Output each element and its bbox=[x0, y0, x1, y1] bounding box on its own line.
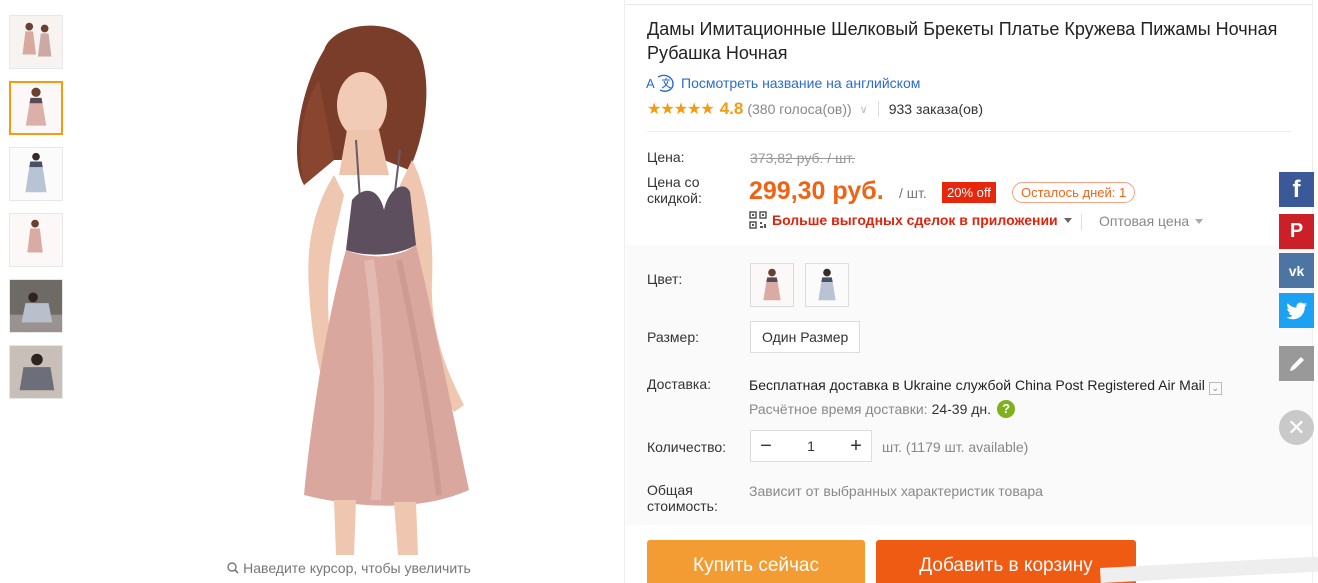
color-label: Цвет: bbox=[647, 271, 683, 287]
chevron-down-icon[interactable]: ∨ bbox=[860, 103, 868, 116]
product-photo bbox=[296, 25, 469, 555]
orders-count: 933 заказа(ов) bbox=[888, 101, 983, 117]
shipping-method[interactable]: Бесплатная доставка в Ukraine службой Ch… bbox=[749, 377, 1222, 395]
thumbnail-active[interactable] bbox=[9, 81, 63, 135]
svg-text:A: A bbox=[646, 76, 655, 91]
search-icon bbox=[227, 561, 239, 574]
divider bbox=[877, 101, 879, 117]
product-info-panel: Дамы Имитационные Шелковый Брекеты Плать… bbox=[626, 4, 1312, 583]
caret-down-icon bbox=[1063, 217, 1072, 223]
discount-badge: 20% off bbox=[942, 182, 996, 203]
product-title: Дамы Имитационные Шелковый Брекеты Плать… bbox=[647, 19, 1278, 63]
app-deals-text: Больше выгодных сделок в приложении bbox=[772, 212, 1058, 228]
days-left-badge: Осталось дней: 1 bbox=[1012, 182, 1136, 203]
quantity-input[interactable]: 1 bbox=[781, 438, 841, 454]
wholesale-price-text: Оптовая цена bbox=[1099, 213, 1190, 229]
minus-icon[interactable]: − bbox=[751, 431, 781, 461]
thumbnail[interactable] bbox=[9, 15, 63, 69]
caret-down-icon bbox=[1195, 219, 1204, 224]
edit-icon[interactable] bbox=[1279, 346, 1314, 381]
size-option[interactable]: Один Размер bbox=[750, 321, 861, 353]
chevron-down-icon[interactable]: ⌄ bbox=[1208, 382, 1222, 395]
rating-row: ★★★★★ 4.8 (380 голоса(ов)) ∨ 933 заказа(… bbox=[647, 99, 983, 119]
app-deals-link[interactable]: Больше выгодных сделок в приложении bbox=[749, 211, 1072, 229]
help-icon[interactable]: ? bbox=[997, 400, 1016, 418]
quantity-stepper: − 1 + bbox=[750, 430, 872, 462]
star-rating-icon: ★★★★★ bbox=[647, 101, 715, 118]
total-label-line2: стоимость: bbox=[647, 498, 718, 514]
color-swatch-blue[interactable] bbox=[805, 263, 849, 307]
divider bbox=[1312, 0, 1313, 583]
vk-icon[interactable]: vk bbox=[1279, 253, 1314, 288]
discount-price-label-line1: Цена со bbox=[647, 174, 700, 190]
qr-code-icon bbox=[749, 211, 767, 229]
wholesale-price-dropdown[interactable]: Оптовая цена bbox=[1099, 213, 1204, 229]
thumbnail-list bbox=[9, 15, 65, 411]
translate-link-text: Посмотреть название на английском bbox=[681, 75, 921, 91]
quantity-available: шт. (1179 шт. available) bbox=[882, 439, 1029, 455]
total-label-line1: Общая bbox=[647, 482, 693, 498]
divider bbox=[1081, 214, 1082, 230]
add-to-cart-button[interactable]: Добавить в корзину bbox=[876, 540, 1136, 583]
close-icon[interactable]: ✕ bbox=[1279, 410, 1314, 445]
facebook-icon[interactable]: f bbox=[1279, 172, 1314, 207]
eta-label: Расчётное время доставки: bbox=[749, 401, 928, 417]
shipping-label: Доставка: bbox=[647, 376, 712, 392]
zoom-hint: Наведите курсор, чтобы увеличить bbox=[74, 560, 624, 576]
discount-price-label-line2: скидкой: bbox=[647, 190, 702, 206]
thumbnail[interactable] bbox=[9, 345, 63, 399]
original-price: 373,82 руб. / шт. bbox=[750, 150, 856, 166]
eta-value: 24-39 дн. bbox=[931, 401, 992, 417]
translate-icon: A bbox=[645, 73, 675, 93]
shipping-text: Бесплатная доставка в Ukraine службой Ch… bbox=[749, 377, 1205, 393]
votes-count[interactable]: (380 голоса(ов)) bbox=[747, 101, 851, 117]
thumbnail[interactable] bbox=[9, 147, 63, 201]
thumbnail[interactable] bbox=[9, 213, 63, 267]
twitter-icon[interactable] bbox=[1279, 293, 1314, 328]
price-label: Цена: bbox=[647, 149, 685, 165]
discount-price: 299,30 руб. bbox=[749, 177, 884, 205]
plus-icon[interactable]: + bbox=[841, 431, 871, 461]
delivery-estimate: Расчётное время доставки: 24-39 дн. ? bbox=[749, 400, 1016, 418]
size-label: Размер: bbox=[647, 329, 700, 345]
total-note: Зависит от выбранных характеристик товар… bbox=[749, 483, 1043, 499]
translate-link[interactable]: A Посмотреть название на английском bbox=[645, 73, 920, 93]
main-product-image[interactable]: Наведите курсор, чтобы увеличить bbox=[74, 0, 625, 583]
buy-now-button[interactable]: Купить сейчас bbox=[647, 540, 865, 583]
rating-value: 4.8 bbox=[719, 99, 744, 118]
price-unit: / шт. bbox=[899, 185, 927, 201]
pinterest-icon[interactable]: P bbox=[1279, 214, 1314, 249]
divider bbox=[647, 131, 1291, 132]
quantity-label: Количество: bbox=[647, 439, 727, 455]
thumbnail[interactable] bbox=[9, 279, 63, 333]
color-swatch-pink[interactable] bbox=[750, 263, 794, 307]
zoom-hint-text: Наведите курсор, чтобы увеличить bbox=[243, 560, 471, 576]
